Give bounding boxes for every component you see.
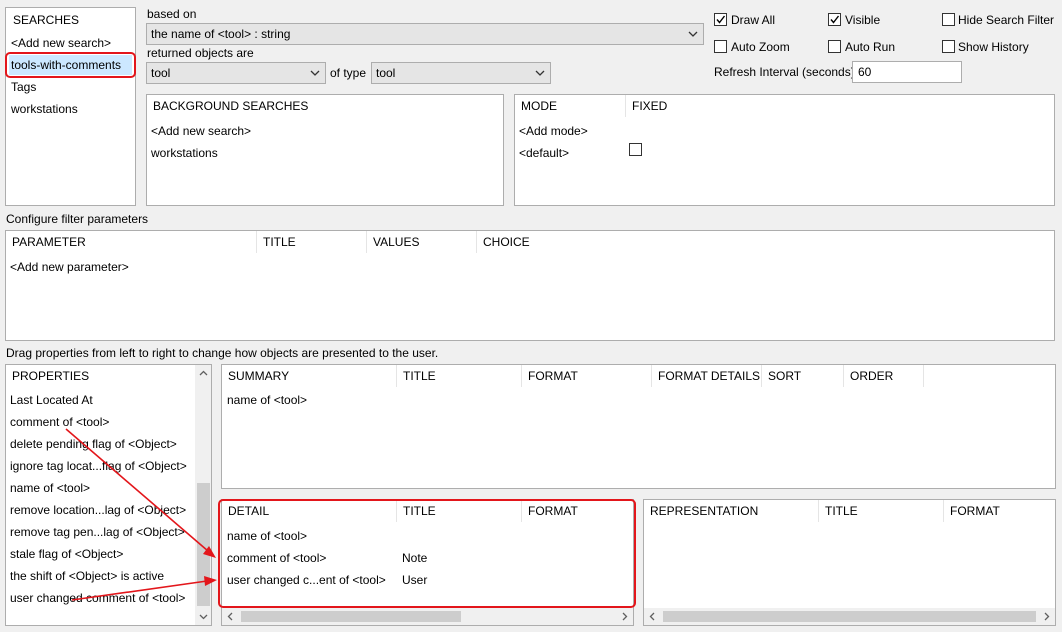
scroll-left-icon[interactable] [644, 608, 661, 625]
drag-hint: Drag properties from left to right to ch… [6, 346, 439, 360]
type-select[interactable]: tool [371, 62, 551, 84]
properties-header: PROPERTIES [12, 369, 90, 383]
representation-header-row: REPRESENTATION TITLE FORMAT [644, 500, 1055, 522]
detail-scroll-thumb[interactable] [241, 611, 461, 622]
chevron-down-icon [309, 63, 321, 83]
show-history-label: Show History [958, 40, 1029, 54]
modes-header-row: MODE FIXED [515, 95, 1054, 117]
mode-default[interactable]: <default> [515, 142, 1054, 164]
mode-add[interactable]: <Add mode> [515, 120, 1054, 142]
highlight-selected-search [5, 52, 136, 78]
hide-search-filter-label: Hide Search Filter [958, 13, 1055, 27]
summary-header: SUMMARY [222, 365, 397, 387]
property-item[interactable]: delete pending flag of <Object> [6, 433, 211, 455]
visible-checkbox[interactable] [828, 13, 841, 26]
summary-format-details-header: FORMAT DETAILS [652, 365, 762, 387]
property-item[interactable]: remove tag pen...lag of <Object> [6, 521, 211, 543]
parameter-choice-header: CHOICE [483, 235, 530, 249]
scroll-up-icon[interactable] [195, 365, 211, 382]
type-value: tool [376, 66, 396, 80]
background-search-workstations[interactable]: workstations [147, 142, 503, 164]
fixed-header: FIXED [632, 99, 668, 113]
summary-sort-header: SORT [762, 365, 844, 387]
auto-run-checkbox[interactable] [828, 40, 841, 53]
property-item[interactable]: stale flag of <Object> [6, 543, 211, 565]
visible-label: Visible [845, 13, 881, 27]
chevron-down-icon [687, 24, 699, 44]
detail-hscrollbar[interactable] [222, 608, 633, 625]
refresh-interval-label: Refresh Interval (seconds) [714, 65, 855, 79]
hide-search-filter-checkbox[interactable] [942, 13, 955, 26]
mode-default-fixed-checkbox[interactable] [629, 143, 642, 156]
auto-zoom-checkbox[interactable] [714, 40, 727, 53]
property-item[interactable]: comment of <tool> [6, 411, 211, 433]
representation-header: REPRESENTATION [644, 500, 819, 522]
property-item[interactable]: the shift of <Object> is active [6, 565, 211, 587]
searches-panel: SEARCHES <Add new search> tools-with-com… [5, 7, 136, 206]
highlight-detail-panel [218, 499, 636, 608]
based-on-select[interactable]: the name of <tool> : string [146, 23, 704, 45]
draw-all-checkbox[interactable] [714, 13, 727, 26]
filter-title: Configure filter parameters [6, 212, 149, 226]
searches-header: SEARCHES [13, 13, 80, 27]
filter-parameters-panel: PARAMETER TITLE VALUES CHOICE <Add new p… [5, 230, 1055, 341]
summary-row[interactable]: name of <tool> [222, 389, 1055, 411]
property-item[interactable]: ignore tag locat...flag of <Object> [6, 455, 211, 477]
summary-title-header: TITLE [397, 365, 522, 387]
parameter-title-header: TITLE [257, 231, 367, 253]
of-type-label: of type [330, 66, 367, 80]
returned-value: tool [151, 66, 171, 80]
summary-order-header: ORDER [844, 365, 924, 387]
parameter-add[interactable]: <Add new parameter> [6, 256, 1054, 278]
property-item[interactable]: name of <tool> [6, 477, 211, 499]
parameter-values-header: VALUES [367, 231, 477, 253]
property-item[interactable]: Last Located At [6, 389, 211, 411]
scroll-right-icon[interactable] [1038, 608, 1055, 625]
summary-format-header: FORMAT [522, 365, 652, 387]
search-item-tags[interactable]: Tags [11, 80, 36, 94]
representation-format-header: FORMAT [950, 504, 1000, 518]
background-search-add[interactable]: <Add new search> [147, 120, 503, 142]
based-on-label: based on [147, 7, 197, 21]
modes-panel: MODE FIXED <Add mode> <default> [514, 94, 1055, 206]
property-item[interactable]: remove location...lag of <Object> [6, 499, 211, 521]
representation-scroll-thumb[interactable] [663, 611, 1036, 622]
background-searches-header-row: BACKGROUND SEARCHES [147, 95, 503, 117]
returned-select[interactable]: tool [146, 62, 326, 84]
based-on-value: the name of <tool> : string [151, 27, 291, 41]
properties-scroll-thumb[interactable] [197, 483, 210, 606]
mode-header: MODE [515, 95, 626, 117]
auto-run-label: Auto Run [845, 40, 896, 54]
chevron-down-icon [534, 63, 546, 83]
show-history-checkbox[interactable] [942, 40, 955, 53]
representation-hscrollbar[interactable] [644, 608, 1055, 625]
summary-panel: SUMMARY TITLE FORMAT FORMAT DETAILS SORT… [221, 364, 1056, 489]
property-item[interactable]: user changed comment of <tool> [6, 587, 211, 609]
properties-scrollbar[interactable] [195, 365, 211, 625]
refresh-interval-input[interactable]: 60 [852, 61, 962, 83]
search-item-add[interactable]: <Add new search> [11, 36, 111, 50]
filter-header-row: PARAMETER TITLE VALUES CHOICE [6, 231, 1054, 253]
representation-title-header: TITLE [819, 500, 944, 522]
search-item-workstations[interactable]: workstations [11, 102, 78, 116]
auto-zoom-label: Auto Zoom [731, 40, 790, 54]
background-searches-header: BACKGROUND SEARCHES [153, 99, 309, 113]
properties-panel: PROPERTIES Last Located At comment of <t… [5, 364, 212, 626]
scroll-right-icon[interactable] [616, 608, 633, 625]
draw-all-label: Draw All [731, 13, 776, 27]
scroll-down-icon[interactable] [195, 608, 211, 625]
background-searches-panel: BACKGROUND SEARCHES <Add new search> wor… [146, 94, 504, 206]
parameter-header: PARAMETER [6, 231, 257, 253]
scroll-left-icon[interactable] [222, 608, 239, 625]
returned-label: returned objects are [147, 46, 254, 60]
properties-header-row: PROPERTIES [6, 365, 211, 387]
representation-panel: REPRESENTATION TITLE FORMAT [643, 499, 1056, 626]
summary-header-row: SUMMARY TITLE FORMAT FORMAT DETAILS SORT… [222, 365, 1055, 387]
